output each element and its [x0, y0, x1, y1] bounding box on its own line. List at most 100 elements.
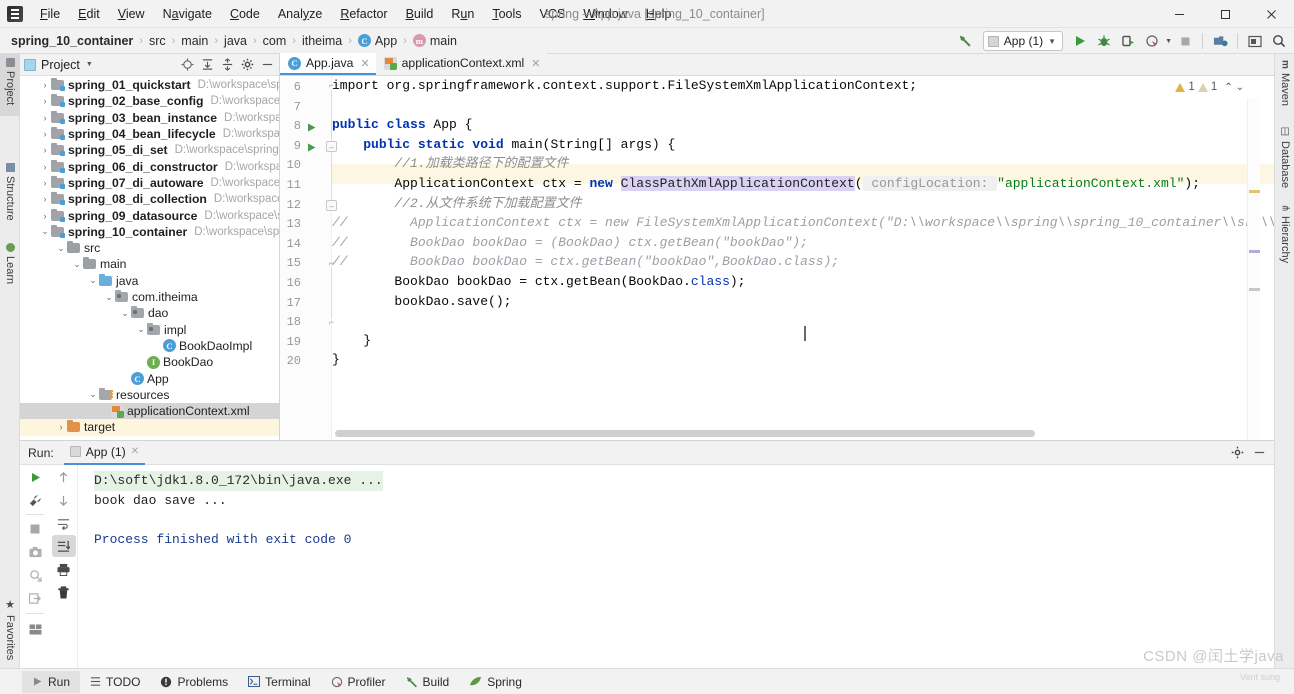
- tree-item-app[interactable]: C App: [20, 370, 279, 386]
- breadcrumb-item-app[interactable]: C App: [355, 33, 400, 49]
- breadcrumb-item-itheima[interactable]: itheima: [299, 33, 345, 49]
- locate-icon[interactable]: [178, 56, 196, 74]
- tree-item-java[interactable]: ⌄ java: [20, 273, 279, 289]
- chevron-down-icon[interactable]: ⌄: [87, 275, 99, 286]
- sidebar-item-project[interactable]: Project: [0, 54, 20, 116]
- sidebar-item-structure[interactable]: Structure: [0, 159, 20, 231]
- tree-item-spring-06[interactable]: › spring_06_di_constructor D:\workspace\…: [20, 159, 279, 175]
- breadcrumb-item-com[interactable]: com: [260, 33, 290, 49]
- chevron-down-icon[interactable]: ▼: [86, 61, 93, 68]
- breadcrumb-item-src[interactable]: src: [146, 33, 169, 49]
- settings-gear-icon[interactable]: [1228, 444, 1246, 462]
- close-button[interactable]: [1248, 0, 1294, 28]
- tree-item-spring-10[interactable]: ⌄ spring_10_container D:\workspace\sprin…: [20, 224, 279, 240]
- close-icon[interactable]: ✕: [360, 57, 369, 70]
- menu-analyze[interactable]: Analyze: [269, 2, 331, 26]
- chevron-up-icon[interactable]: ⌃: [1224, 82, 1232, 93]
- sidebar-item-favorites[interactable]: ★ Favorites: [0, 594, 20, 668]
- tree-item-dao[interactable]: ⌄ dao: [20, 305, 279, 321]
- menu-code[interactable]: Code: [221, 2, 269, 26]
- tree-item-resources[interactable]: ⌄ resources: [20, 387, 279, 403]
- chevron-down-icon[interactable]: ⌄: [87, 389, 99, 400]
- chevron-right-icon[interactable]: ›: [39, 129, 51, 139]
- editor-horizontal-scrollbar[interactable]: [335, 430, 1035, 437]
- tree-item-main[interactable]: ⌄ main: [20, 256, 279, 272]
- status-bar-spring[interactable]: Spring: [459, 671, 532, 693]
- status-bar-todo[interactable]: TODO: [80, 671, 150, 693]
- scroll-to-end-icon[interactable]: [51, 535, 76, 557]
- tree-item-spring-04[interactable]: › spring_04_bean_lifecycle D:\workspace\…: [20, 126, 279, 142]
- tab-app-java[interactable]: C App.java ✕: [280, 53, 376, 75]
- run-gutter-icon[interactable]: [306, 142, 318, 154]
- settings-gear-icon[interactable]: [238, 56, 256, 74]
- minimize-button[interactable]: [1156, 0, 1202, 28]
- menu-tools[interactable]: Tools: [483, 2, 530, 26]
- chevron-right-icon[interactable]: ›: [39, 80, 51, 90]
- soft-wrap-icon[interactable]: [52, 512, 76, 534]
- screenshot-camera-icon[interactable]: [23, 541, 47, 563]
- breadcrumb-item-main[interactable]: main: [178, 33, 211, 49]
- collapse-all-icon[interactable]: [218, 56, 236, 74]
- run-gutter-icon[interactable]: [306, 122, 318, 134]
- error-stripe[interactable]: [1247, 98, 1260, 440]
- project-tree[interactable]: › spring_01_quickstart D:\workspace\spri…: [20, 76, 279, 440]
- chevron-down-icon[interactable]: ⌄: [119, 308, 131, 319]
- close-icon[interactable]: ✕: [131, 446, 139, 457]
- tree-item-com-itheima[interactable]: ⌄ com.itheima: [20, 289, 279, 305]
- inspection-widget[interactable]: 1 1 ⌃ ⌄: [1175, 78, 1244, 96]
- tree-item-spring-03[interactable]: › spring_03_bean_instance D:\workspace\s…: [20, 110, 279, 126]
- chevron-right-icon[interactable]: ›: [39, 162, 51, 172]
- profiler-dropdown-icon[interactable]: ▼: [1165, 38, 1172, 45]
- rerun-button[interactable]: [23, 466, 47, 488]
- tree-item-applicationcontext-xml[interactable]: applicationContext.xml: [20, 403, 279, 420]
- update-project-icon[interactable]: [1209, 30, 1231, 52]
- hide-panel-icon[interactable]: [1250, 444, 1268, 462]
- tree-item-impl[interactable]: ⌄ impl: [20, 322, 279, 338]
- sidebar-item-database[interactable]: ◫ Database: [1275, 122, 1294, 192]
- tab-applicationcontext-xml[interactable]: applicationContext.xml ✕: [375, 53, 547, 75]
- tree-item-target[interactable]: › target: [20, 419, 279, 436]
- close-icon[interactable]: ✕: [531, 57, 540, 70]
- chevron-right-icon[interactable]: ›: [39, 145, 51, 155]
- editor-gutter[interactable]: 6 7 8 9 10 11 12 13 14 15 16 17 18 19 20: [280, 76, 337, 440]
- tree-item-bookdaoimpl[interactable]: C BookDaoImpl: [20, 338, 279, 354]
- status-bar-profiler[interactable]: Profiler: [321, 671, 396, 693]
- chevron-down-icon[interactable]: ⌄: [135, 324, 147, 335]
- menu-file[interactable]: File: [31, 2, 69, 26]
- profiler-button[interactable]: [1141, 30, 1163, 52]
- layout-icon[interactable]: [23, 618, 47, 640]
- tree-item-bookdao[interactable]: I BookDao: [20, 354, 279, 370]
- code-text[interactable]: import org.springframework.context.suppo…: [332, 76, 1274, 440]
- menu-refactor[interactable]: Refactor: [331, 2, 396, 26]
- build-hammer-icon[interactable]: [955, 30, 977, 52]
- run-configuration-selector[interactable]: App (1) ▼: [982, 31, 1064, 51]
- maximize-button[interactable]: [1202, 0, 1248, 28]
- status-bar-build[interactable]: Build: [396, 671, 460, 693]
- sidebar-item-learn[interactable]: Learn: [0, 239, 20, 295]
- expand-all-icon[interactable]: [198, 56, 216, 74]
- menu-navigate[interactable]: Navigate: [154, 2, 221, 26]
- tree-item-spring-05[interactable]: › spring_05_di_set D:\workspace\spring\s…: [20, 142, 279, 158]
- tree-item-spring-08[interactable]: › spring_08_di_collection D:\workspace\s…: [20, 191, 279, 207]
- status-bar-problems[interactable]: Problems: [150, 671, 238, 693]
- edit-configurations-wrench-icon[interactable]: [23, 489, 47, 511]
- chevron-down-icon[interactable]: ⌄: [103, 292, 115, 303]
- export-icon[interactable]: [23, 587, 47, 609]
- menu-run[interactable]: Run: [442, 2, 483, 26]
- menu-build[interactable]: Build: [397, 2, 443, 26]
- chevron-down-icon[interactable]: ⌄: [39, 226, 51, 237]
- chevron-right-icon[interactable]: ›: [39, 211, 51, 221]
- status-bar-terminal[interactable]: Terminal: [238, 671, 320, 693]
- print-icon[interactable]: [52, 558, 76, 580]
- tree-item-spring-02[interactable]: › spring_02_base_config D:\workspace\spr…: [20, 93, 279, 109]
- stop-button[interactable]: [1174, 30, 1196, 52]
- sidebar-item-maven[interactable]: m Maven: [1275, 56, 1294, 114]
- down-arrow-icon[interactable]: [52, 489, 76, 511]
- tree-item-spring-01[interactable]: › spring_01_quickstart D:\workspace\spri…: [20, 77, 279, 93]
- layout-icon[interactable]: [1244, 30, 1266, 52]
- hide-panel-icon[interactable]: [258, 56, 276, 74]
- clear-all-trash-icon[interactable]: [52, 581, 76, 603]
- chevron-right-icon[interactable]: ›: [39, 113, 51, 123]
- chevron-right-icon[interactable]: ›: [39, 178, 51, 188]
- debug-button[interactable]: [1093, 30, 1115, 52]
